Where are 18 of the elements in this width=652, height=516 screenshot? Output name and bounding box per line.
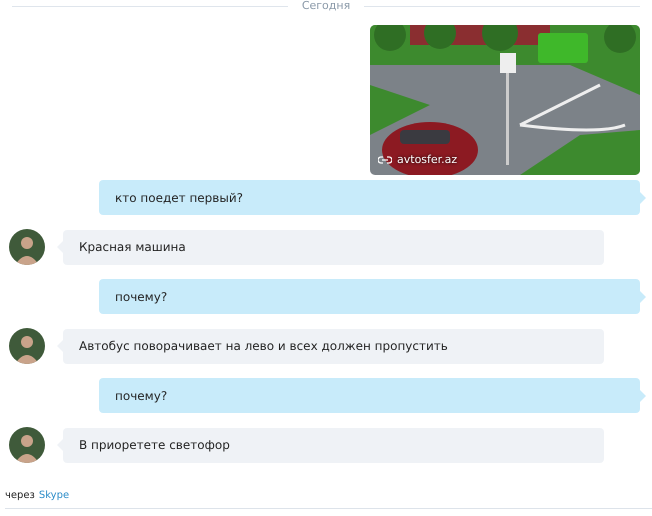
message-bubble: В приоретете светофор bbox=[63, 428, 604, 462]
avatar[interactable] bbox=[9, 328, 45, 364]
via-label: через bbox=[5, 490, 35, 501]
message-bubble: почему? bbox=[99, 378, 640, 413]
avatar[interactable] bbox=[9, 427, 45, 463]
image-caption: avtosfer.az bbox=[397, 153, 458, 166]
bubble-tail bbox=[640, 290, 646, 302]
bubble-tail bbox=[640, 192, 646, 204]
date-divider: Сегодня bbox=[302, 0, 350, 12]
message-bubble: почему? bbox=[99, 279, 640, 314]
bubble-tail bbox=[640, 390, 646, 402]
message-bubble: Красная машина bbox=[63, 230, 604, 264]
avatar[interactable] bbox=[9, 229, 45, 265]
skype-link[interactable]: Skype bbox=[38, 490, 70, 501]
image-message[interactable]: avtosfer.az bbox=[370, 25, 640, 175]
message-bubble: Автобус поворачивает на лево и всех должен пропустить bbox=[63, 328, 604, 364]
link-icon bbox=[378, 154, 392, 164]
message-bubble: кто поедет первый? bbox=[99, 180, 640, 215]
